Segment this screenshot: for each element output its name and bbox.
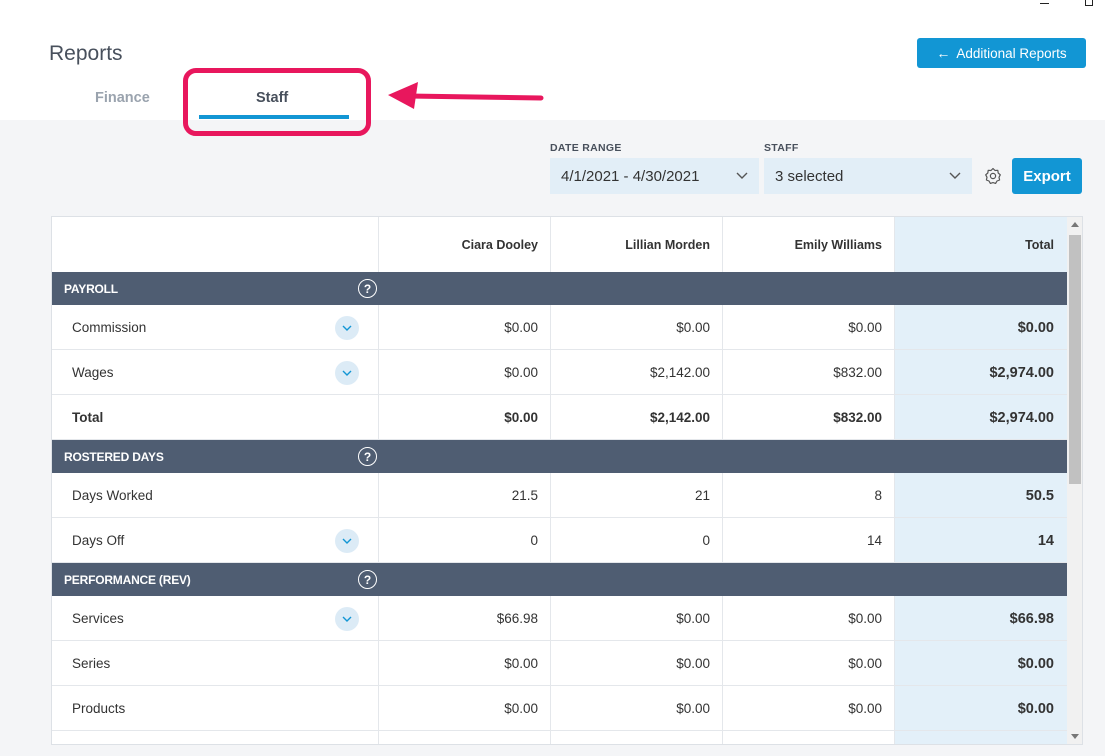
additional-reports-button[interactable]: ← Additional Reports <box>917 38 1086 68</box>
annotation-highlight-box <box>183 68 371 136</box>
help-icon[interactable]: ? <box>358 570 377 589</box>
cell-value: $0.00 <box>504 656 538 671</box>
total-cell-value: 50.5 <box>1025 487 1054 504</box>
date-range-select[interactable]: 4/1/2021 - 4/30/2021 <box>550 158 759 194</box>
staff-label: STAFF <box>764 142 799 154</box>
scrollbar-thumb[interactable] <box>1069 235 1081 484</box>
table-row: Days Worked 21.5 21 8 50.5 <box>52 473 1067 518</box>
table-row-total: Total $0.00 $2,142.00 $832.00 $2,974.00 <box>52 395 1067 440</box>
cell-value: $832.00 <box>833 410 882 425</box>
cell-value: 0 <box>702 533 710 548</box>
cell-value: $0.00 <box>848 320 882 335</box>
cell-value: $0.00 <box>504 701 538 716</box>
scroll-down-arrow-icon[interactable] <box>1071 734 1079 739</box>
cell-value: $0.00 <box>676 320 710 335</box>
cell-value: $2,142.00 <box>649 365 710 380</box>
column-header: Lillian Morden <box>625 237 710 252</box>
expand-chevron-icon[interactable] <box>335 316 359 340</box>
cell-value: $0.00 <box>504 320 538 335</box>
cell-value: $0.00 <box>676 656 710 671</box>
cell-value: $0.00 <box>676 701 710 716</box>
row-label: Total <box>72 410 104 425</box>
cell-value: $0.00 <box>676 611 710 626</box>
table-row: Products $0.00 $0.00 $0.00 $0.00 <box>52 686 1067 731</box>
cell-value: $2,142.00 <box>649 410 710 425</box>
cell-value: $0.00 <box>848 656 882 671</box>
cell-value: 21.5 <box>511 488 538 503</box>
help-icon[interactable]: ? <box>358 279 377 298</box>
settings-gear-icon[interactable] <box>980 164 1006 188</box>
row-label: Days Off <box>72 533 125 548</box>
cell-value: $66.98 <box>496 611 538 626</box>
column-header: Emily Williams <box>794 237 882 252</box>
chevron-down-icon <box>949 172 961 179</box>
expand-chevron-icon[interactable] <box>335 607 359 631</box>
arrow-left-icon: ← <box>936 45 951 61</box>
cell-value: $0.00 <box>504 365 538 380</box>
chevron-down-icon <box>736 172 748 179</box>
cell-value: $0.00 <box>848 701 882 716</box>
total-cell-value: $0.00 <box>1017 655 1054 672</box>
table-header-row: Ciara Dooley Lillian Morden Emily Willia… <box>52 217 1067 272</box>
table-row: Days Off 0 0 14 14 <box>52 518 1067 563</box>
vertical-scrollbar[interactable] <box>1067 217 1082 744</box>
total-cell-value: 14 <box>1037 532 1054 549</box>
cell-value: 14 <box>866 533 882 548</box>
total-cell-value: $0.00 <box>1017 319 1054 336</box>
scroll-up-arrow-icon[interactable] <box>1071 222 1079 227</box>
row-label: Products <box>72 701 126 716</box>
staff-value: 3 selected <box>775 167 844 185</box>
window-maximize-icon[interactable] <box>1085 0 1093 6</box>
row-label: Series <box>72 656 111 671</box>
section-header-performance: PERFORMANCE (REV) ? <box>52 563 1067 596</box>
expand-chevron-icon[interactable] <box>335 529 359 553</box>
page-title: Reports <box>49 42 123 65</box>
cell-value: 21 <box>694 488 710 503</box>
section-header-payroll: PAYROLL ? <box>52 272 1067 305</box>
total-cell-value: $2,974.00 <box>989 409 1054 426</box>
date-range-label: DATE RANGE <box>550 142 622 154</box>
tab-finance[interactable]: Finance <box>95 90 150 106</box>
section-title: PERFORMANCE (REV) <box>64 572 191 587</box>
export-button[interactable]: Export <box>1012 158 1082 194</box>
expand-chevron-icon[interactable] <box>335 361 359 385</box>
annotation-arrow-icon <box>388 82 544 109</box>
section-header-rostered-days: ROSTERED DAYS ? <box>52 440 1067 473</box>
cell-value: $832.00 <box>833 365 882 380</box>
additional-reports-label: Additional Reports <box>956 45 1067 61</box>
table-row: Wages $0.00 $2,142.00 $832.00 $2,974.00 <box>52 350 1067 395</box>
table-row: Series $0.00 $0.00 $0.00 $0.00 <box>52 641 1067 686</box>
column-header: Total <box>1025 237 1054 252</box>
staff-report-table: Ciara Dooley Lillian Morden Emily Willia… <box>51 216 1083 745</box>
table-row: Services $66.98 $0.00 $0.00 $66.98 <box>52 596 1067 641</box>
window-minimize-icon[interactable] <box>1040 0 1049 4</box>
cell-value: $0.00 <box>504 410 538 425</box>
total-cell-value: $2,974.00 <box>989 364 1054 381</box>
total-cell-value: $0.00 <box>1017 700 1054 717</box>
total-cell-value: $66.98 <box>1009 610 1054 627</box>
row-label: Services <box>72 611 124 626</box>
section-title: ROSTERED DAYS <box>64 449 164 464</box>
help-icon[interactable]: ? <box>358 447 377 466</box>
staff-select[interactable]: 3 selected <box>764 158 972 194</box>
row-label: Days Worked <box>72 488 153 503</box>
section-title: PAYROLL <box>64 281 118 296</box>
cell-value: 0 <box>530 533 538 548</box>
cell-value: 8 <box>874 488 882 503</box>
row-label: Commission <box>72 320 147 335</box>
table-row: Commission $0.00 $0.00 $0.00 $0.00 <box>52 305 1067 350</box>
date-range-value: 4/1/2021 - 4/30/2021 <box>561 167 700 185</box>
row-label: Wages <box>72 365 114 380</box>
column-header: Ciara Dooley <box>461 237 538 252</box>
cell-value: $0.00 <box>848 611 882 626</box>
